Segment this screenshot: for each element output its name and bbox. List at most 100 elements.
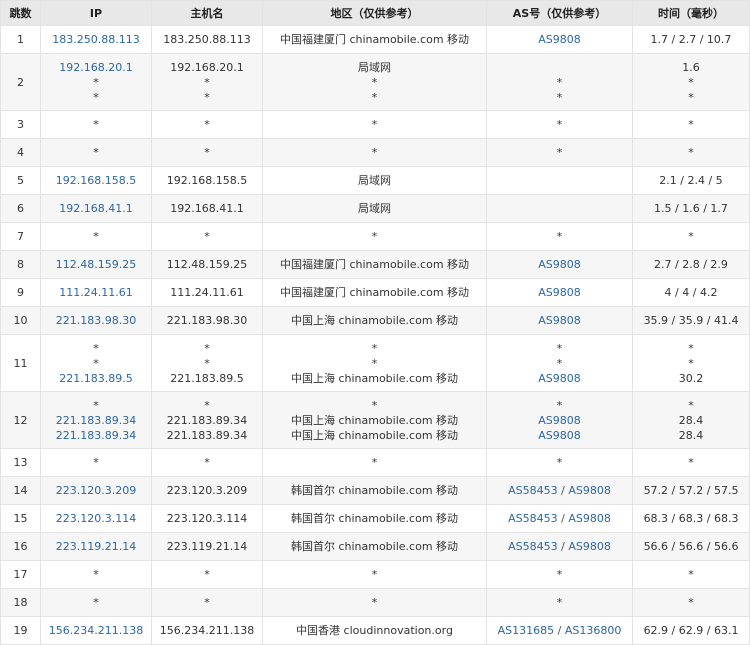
table-row: 5 192.168.158.5 192.168.158.5 局域网 2.1 / 2.4 …	[0, 166, 750, 195]
header-region: 地区（仅供参考）	[262, 0, 487, 26]
time-text: *	[688, 596, 694, 609]
ip-link[interactable]: 112.48.159.25	[42, 257, 151, 272]
time-cell: * * 30.2	[632, 334, 750, 392]
time-text: 62.9 / 62.9 / 63.1	[643, 624, 739, 637]
ip-text: *	[93, 356, 99, 370]
ip-link[interactable]: 221.183.98.30	[42, 313, 151, 328]
time-cell: 62.9 / 62.9 / 63.1	[632, 616, 750, 645]
ip-link[interactable]: 192.168.20.1	[42, 60, 151, 75]
asn-link[interactable]: AS9808	[568, 540, 611, 553]
asn-link[interactable]: AS9808	[538, 414, 581, 427]
asn-cell: * * AS9808	[486, 334, 633, 392]
hop-cell: 6	[0, 194, 41, 223]
time-text: *	[688, 356, 694, 370]
region-text: 中国香港 cloudinnovation.org	[296, 624, 453, 637]
region-text: 韩国首尔 chinamobile.com 移动	[290, 512, 459, 525]
hostname-cell: 223.119.21.14	[151, 532, 263, 561]
asn-link[interactable]: AS9808	[538, 258, 581, 271]
asn-link[interactable]: AS9808	[538, 372, 581, 385]
region-text: *	[371, 118, 378, 131]
ip-link[interactable]: 223.120.3.114	[42, 511, 151, 526]
header-time: 时间（毫秒）	[632, 0, 750, 26]
asn-cell: *	[486, 138, 633, 167]
hostname-cell: 192.168.20.1 * *	[151, 53, 263, 111]
ip-text: *	[93, 568, 99, 581]
region-text: 局域网	[358, 60, 391, 74]
asn-cell: AS58453 / AS9808	[486, 476, 633, 505]
asn-line: AS58453 / AS9808	[488, 483, 632, 498]
hostname-text: 156.234.211.138	[159, 624, 255, 637]
hostname-cell: 223.120.3.114	[151, 504, 263, 533]
hostname-cell: *	[151, 110, 263, 139]
header-hostname: 主机名	[151, 0, 263, 26]
table-row: 18 * * * * *	[0, 588, 750, 617]
region-cell: *	[262, 588, 487, 617]
ip-link[interactable]: 192.168.41.1	[42, 201, 151, 216]
asn-cell	[486, 166, 633, 195]
time-cell: 1.6 * *	[632, 53, 750, 111]
asn-cell: AS131685 / AS136800	[486, 616, 633, 645]
region-cell: 中国香港 cloudinnovation.org	[262, 616, 487, 645]
asn-cell: *	[486, 588, 633, 617]
asn-link[interactable]: AS131685	[498, 624, 555, 637]
asn-link[interactable]: AS9808	[538, 429, 581, 442]
ip-link[interactable]: 221.183.89.5	[42, 371, 151, 386]
hop-cell: 10	[0, 306, 41, 335]
hostname-cell: 221.183.98.30	[151, 306, 263, 335]
ip-text: *	[93, 75, 99, 89]
asn-link[interactable]: AS9808	[538, 314, 581, 327]
ip-link[interactable]: 221.183.89.34	[42, 413, 151, 428]
ip-link[interactable]: 183.250.88.113	[42, 32, 151, 47]
ip-text: *	[93, 90, 99, 104]
ip-link[interactable]: 192.168.158.5	[42, 173, 151, 188]
asn-text: *	[556, 398, 563, 412]
hostname-text: *	[204, 146, 210, 159]
time-cell: *	[632, 448, 750, 477]
asn-link[interactable]: AS9808	[568, 512, 611, 525]
ip-link[interactable]: 156.234.211.138	[42, 623, 151, 638]
ip-text: *	[93, 596, 99, 609]
hop-cell: 18	[0, 588, 41, 617]
asn-link[interactable]: AS58453	[508, 484, 558, 497]
hostname-cell: *	[151, 448, 263, 477]
table-row: 8 112.48.159.25 112.48.159.25 中国福建厦门 chinam…	[0, 250, 750, 279]
ip-link[interactable]: 223.120.3.209	[42, 483, 151, 498]
region-cell: 局域网	[262, 166, 487, 195]
asn-link[interactable]: AS9808	[568, 484, 611, 497]
asn-link[interactable]: AS58453	[508, 540, 558, 553]
time-text: *	[688, 75, 694, 89]
asn-text: *	[556, 75, 563, 89]
hop-cell: 15	[0, 504, 41, 533]
hop-cell: 2	[0, 53, 41, 111]
hop-cell: 14	[0, 476, 41, 505]
region-text: 中国福建厦门 chinamobile.com 移动	[279, 33, 470, 46]
region-cell: *	[262, 138, 487, 167]
hostname-cell: *	[151, 560, 263, 589]
asn-cell: * AS9808 AS9808	[486, 391, 633, 449]
table-row: 6 192.168.41.1 192.168.41.1 局域网 1.5 / 1.6 / …	[0, 194, 750, 223]
hop-cell: 12	[0, 391, 41, 449]
ip-cell: 221.183.98.30	[40, 306, 152, 335]
asn-link[interactable]: AS9808	[538, 286, 581, 299]
ip-link[interactable]: 111.24.11.61	[42, 285, 151, 300]
hostname-cell: 192.168.158.5	[151, 166, 263, 195]
region-text: 韩国首尔 chinamobile.com 移动	[290, 540, 459, 553]
ip-link[interactable]: 223.119.21.14	[42, 539, 151, 554]
asn-link[interactable]: AS9808	[538, 33, 581, 46]
hostname-cell: * * 221.183.89.5	[151, 334, 263, 392]
ip-cell: 183.250.88.113	[40, 25, 152, 54]
asn-link[interactable]: AS58453	[508, 512, 558, 525]
region-cell: 韩国首尔 chinamobile.com 移动	[262, 476, 487, 505]
asn-link[interactable]: AS136800	[565, 624, 622, 637]
region-cell: 中国福建厦门 chinamobile.com 移动	[262, 25, 487, 54]
asn-cell: AS9808	[486, 278, 633, 307]
ip-cell: 112.48.159.25	[40, 250, 152, 279]
hostname-cell: 156.234.211.138	[151, 616, 263, 645]
table-row: 2 192.168.20.1 * * 192.168.20.1 * * 局域网 * * * * 1.6 *…	[0, 53, 750, 111]
region-cell: *	[262, 110, 487, 139]
time-text: *	[688, 90, 694, 104]
ip-link[interactable]: 221.183.89.34	[42, 428, 151, 443]
time-text: 1.6	[682, 60, 700, 74]
asn-line: AS58453 / AS9808	[488, 511, 632, 526]
time-text: 1.7 / 2.7 / 10.7	[650, 33, 732, 46]
